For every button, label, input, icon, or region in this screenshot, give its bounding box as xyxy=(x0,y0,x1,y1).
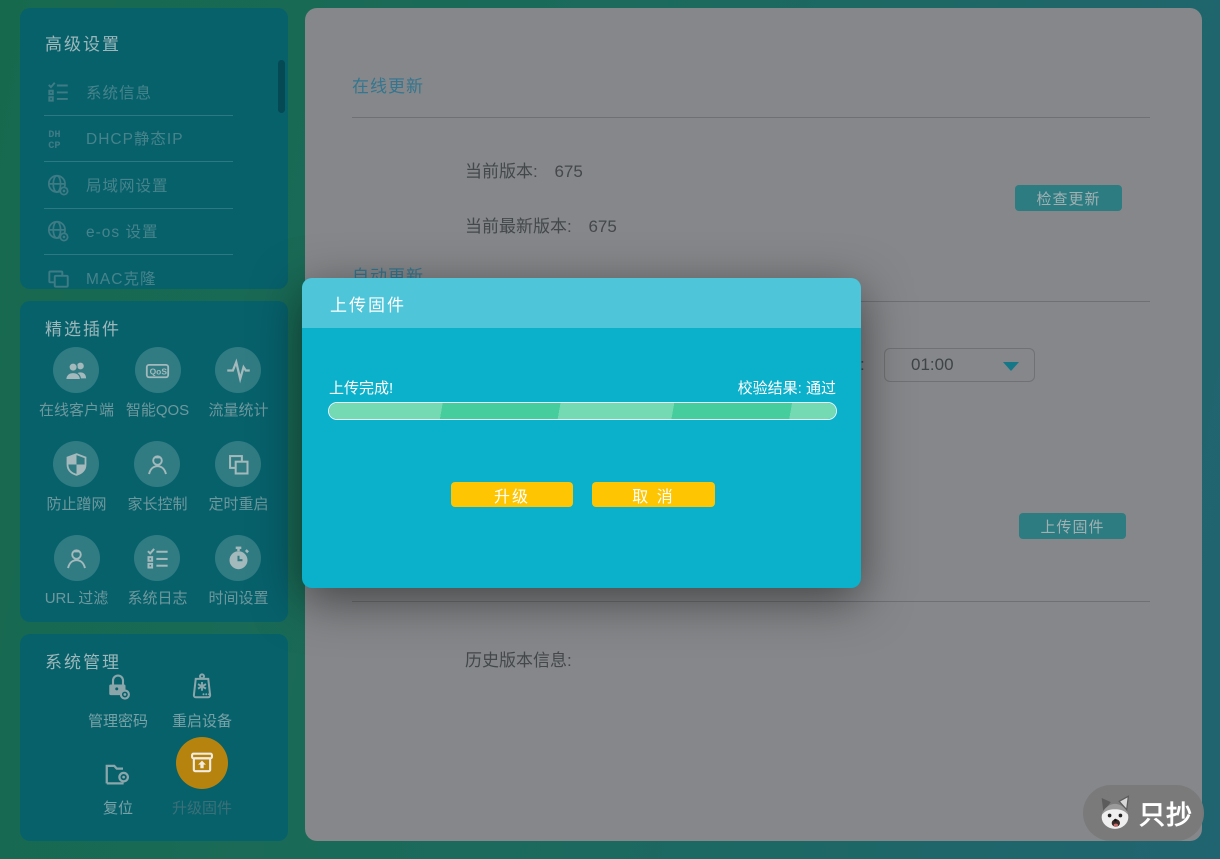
upload-status-text: 上传完成! xyxy=(329,377,393,398)
plugin-label: 定时重启 xyxy=(208,493,268,514)
scheduled-reboot-icon xyxy=(215,441,261,487)
dialog-title: 上传固件 xyxy=(330,291,406,316)
plugin-smart-qos[interactable]: QoS 智能QOS xyxy=(126,347,189,420)
featured-plugins-panel: 精选插件 在线客户端 QoS 智能QOS xyxy=(20,301,288,622)
firmware-upload-icon xyxy=(176,737,228,789)
watermark-label: 只抄 xyxy=(1139,795,1193,832)
sidebar-item-system-info[interactable]: 系统信息 xyxy=(20,69,288,115)
plugin-scheduled-reboot[interactable]: 定时重启 xyxy=(208,441,268,514)
current-version-value: 675 xyxy=(554,162,582,181)
checklist-icon xyxy=(134,535,180,581)
watermark-badge: 只抄 xyxy=(1083,785,1204,841)
plugin-label: 流量统计 xyxy=(208,399,268,420)
upload-progress-bar xyxy=(328,402,837,420)
plugin-time-settings[interactable]: 时间设置 xyxy=(208,535,268,608)
plugin-url-filter[interactable]: URL 过滤 xyxy=(45,535,109,608)
plugin-traffic-stats[interactable]: 流量统计 xyxy=(208,347,268,420)
folder-reset-icon xyxy=(103,759,133,789)
system-item-upgrade-firmware[interactable]: 升级固件 xyxy=(172,745,232,818)
upload-firmware-dialog: 上传固件 上传完成! 校验结果: 通过 升级 取 消 xyxy=(302,278,861,588)
plugin-online-clients[interactable]: 在线客户端 xyxy=(39,347,114,420)
latest-version-value: 675 xyxy=(588,217,616,236)
plugin-grid: 在线客户端 QoS 智能QOS 流量统计 xyxy=(36,347,279,608)
system-item-reset[interactable]: 复位 xyxy=(103,745,133,818)
upload-status-row: 上传完成! 校验结果: 通过 xyxy=(329,377,836,398)
checklist-icon xyxy=(45,79,71,105)
latest-version-label: 当前最新版本: xyxy=(465,217,572,236)
person-icon xyxy=(54,535,100,581)
cancel-button[interactable]: 取 消 xyxy=(592,482,715,507)
svg-text:QoS: QoS xyxy=(150,366,168,376)
verify-result-text: 校验结果: 通过 xyxy=(738,377,836,398)
plugin-label: 家长控制 xyxy=(127,493,187,514)
plugin-parental-control[interactable]: 家长控制 xyxy=(127,441,187,514)
clients-icon xyxy=(53,347,99,393)
upload-progress-fill xyxy=(329,403,836,419)
system-management-title: 系统管理 xyxy=(20,634,288,673)
plugin-label: 智能QOS xyxy=(126,399,189,420)
divider xyxy=(352,117,1150,118)
system-item-label: 重启设备 xyxy=(172,710,232,731)
featured-plugins-title: 精选插件 xyxy=(20,301,288,340)
system-management-panel: 系统管理 管理密码 xyxy=(20,634,288,841)
reboot-device-icon xyxy=(187,672,217,702)
advanced-settings-title: 高级设置 xyxy=(20,8,288,55)
husky-icon xyxy=(1095,793,1135,833)
chevron-down-icon xyxy=(1003,362,1019,371)
online-update-title: 在线更新 xyxy=(352,72,424,97)
sidebar-scrollbar[interactable] xyxy=(278,60,285,113)
sidebar-item-label: MAC克隆 xyxy=(86,267,156,289)
sidebar-item-mac-clone[interactable]: MAC克隆 xyxy=(20,255,288,289)
system-item-reboot-device[interactable]: 重启设备 xyxy=(172,672,232,731)
advanced-settings-panel: 高级设置 系统信息 DH CP DHCP静态IP xyxy=(20,8,288,289)
system-item-label: 复位 xyxy=(103,797,133,818)
system-item-label: 管理密码 xyxy=(88,710,148,731)
plugin-label: 防止蹭网 xyxy=(46,493,106,514)
check-update-button[interactable]: 检查更新 xyxy=(1015,185,1122,211)
system-grid: 管理密码 重启设备 xyxy=(76,672,244,818)
sidebar-item-dhcp-static-ip[interactable]: DH CP DHCP静态IP xyxy=(20,116,288,162)
sidebar-item-label: e-os 设置 xyxy=(86,220,158,242)
globe-gear-icon xyxy=(45,218,71,244)
upload-firmware-button[interactable]: 上传固件 xyxy=(1019,513,1126,539)
shield-icon xyxy=(53,441,99,487)
globe-gear-icon xyxy=(45,172,71,198)
clone-icon xyxy=(45,265,71,289)
history-version-label: 历史版本信息: xyxy=(465,646,572,671)
sidebar-item-label: 系统信息 xyxy=(86,81,152,103)
sidebar-item-lan-settings[interactable]: 局域网设置 xyxy=(20,162,288,208)
plugin-label: 在线客户端 xyxy=(39,399,114,420)
sidebar-item-eos-settings[interactable]: e-os 设置 xyxy=(20,209,288,255)
dhcp-icon: DH CP xyxy=(45,125,71,151)
plugin-system-log[interactable]: 系统日志 xyxy=(127,535,187,608)
divider xyxy=(352,601,1150,602)
stopwatch-icon xyxy=(215,535,261,581)
svg-text:CP: CP xyxy=(48,140,60,151)
sidebar-item-label: DHCP静态IP xyxy=(86,127,184,149)
plugin-anti-freeloading[interactable]: 防止蹭网 xyxy=(46,441,106,514)
traffic-wave-icon xyxy=(215,347,261,393)
dialog-header: 上传固件 xyxy=(302,278,861,328)
system-item-admin-password[interactable]: 管理密码 xyxy=(88,672,148,731)
update-time-value: 01:00 xyxy=(911,355,954,375)
current-version-row: 当前版本: 675 xyxy=(465,157,583,182)
sidebar-item-label: 局域网设置 xyxy=(86,174,169,196)
upgrade-button[interactable]: 升级 xyxy=(451,482,573,507)
system-item-label: 升级固件 xyxy=(172,797,232,818)
latest-version-row: 当前最新版本: 675 xyxy=(465,212,617,237)
plugin-label: URL 过滤 xyxy=(45,587,109,608)
current-version-label: 当前版本: xyxy=(465,162,538,181)
lock-gear-icon xyxy=(103,672,133,702)
qos-icon: QoS xyxy=(135,347,181,393)
nav-list: 系统信息 DH CP DHCP静态IP 局域网设置 xyxy=(20,55,288,289)
person-icon xyxy=(134,441,180,487)
update-time-select[interactable]: 01:00 xyxy=(884,348,1035,382)
plugin-label: 时间设置 xyxy=(208,587,268,608)
plugin-label: 系统日志 xyxy=(127,587,187,608)
